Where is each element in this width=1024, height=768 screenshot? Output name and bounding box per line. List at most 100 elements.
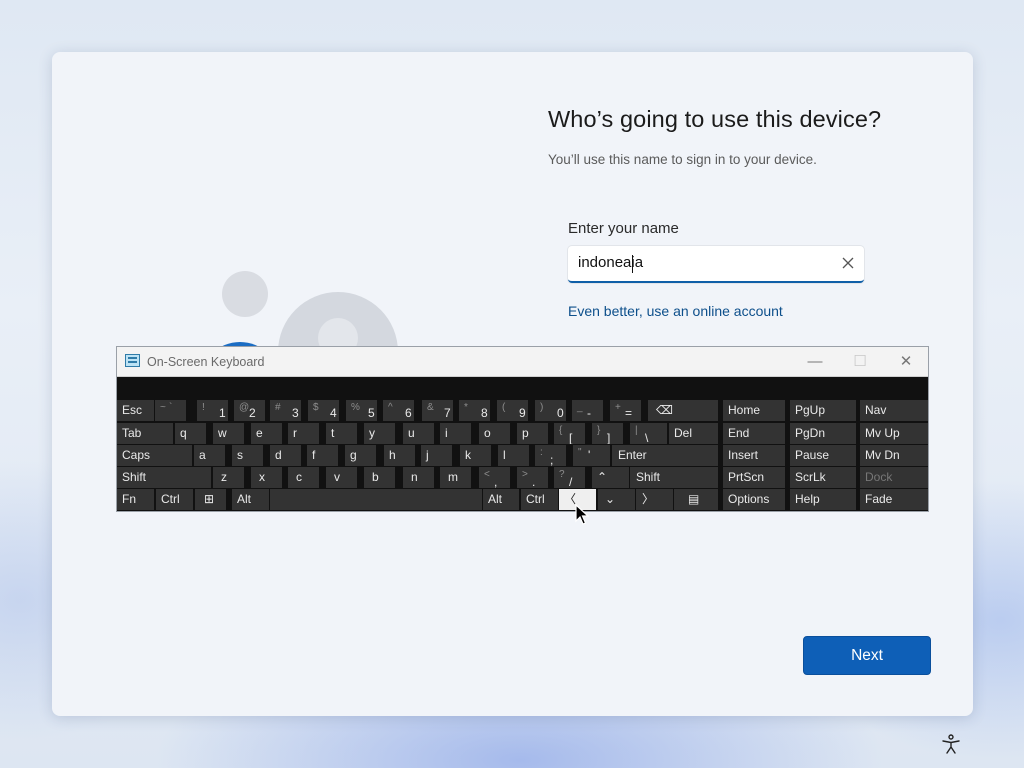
key-c[interactable]: c bbox=[288, 467, 319, 488]
key-w[interactable]: w bbox=[213, 423, 244, 444]
key-label: = bbox=[625, 406, 633, 420]
minimize-button[interactable]: — bbox=[799, 351, 831, 373]
key-g[interactable]: g bbox=[345, 445, 376, 466]
key-tab[interactable]: Tab bbox=[117, 423, 173, 444]
key-home[interactable]: Home bbox=[723, 400, 785, 421]
key-mvdn[interactable]: Mv Dn bbox=[860, 445, 928, 466]
key-semicolon[interactable]: :; bbox=[535, 445, 566, 466]
key-prtscn[interactable]: PrtScn bbox=[723, 467, 785, 488]
key-4[interactable]: $4 bbox=[308, 400, 339, 421]
key-o[interactable]: o bbox=[479, 423, 510, 444]
key-d[interactable]: d bbox=[270, 445, 301, 466]
key-t[interactable]: t bbox=[326, 423, 357, 444]
key-pgdn[interactable]: PgDn bbox=[790, 423, 856, 444]
key-h[interactable]: h bbox=[384, 445, 415, 466]
key-shift-label: ( bbox=[502, 402, 506, 413]
backspace-icon: ⌫ bbox=[656, 403, 673, 417]
right-arrow-key[interactable]: 〉 bbox=[636, 489, 673, 510]
key-enter[interactable]: Enter bbox=[612, 445, 718, 466]
key-pgup[interactable]: PgUp bbox=[790, 400, 856, 421]
key-equals[interactable]: + = bbox=[610, 400, 641, 421]
key-pause[interactable]: Pause bbox=[790, 445, 856, 466]
key-1[interactable]: ! 1 bbox=[197, 400, 228, 421]
key-b[interactable]: b bbox=[364, 467, 395, 488]
clear-icon[interactable] bbox=[840, 255, 856, 271]
online-account-link[interactable]: Even better, use an online account bbox=[568, 303, 783, 319]
windows-key[interactable]: ⊞ bbox=[195, 489, 226, 510]
space-key[interactable] bbox=[270, 489, 482, 510]
key-q[interactable]: q bbox=[175, 423, 206, 444]
close-button[interactable]: ✕ bbox=[890, 351, 922, 373]
key-mvup[interactable]: Mv Up bbox=[860, 423, 928, 444]
chevron-up-icon: ⌃ bbox=[597, 470, 608, 484]
key-backslash[interactable]: | \ bbox=[630, 423, 667, 444]
key-e[interactable]: e bbox=[251, 423, 282, 444]
key-2[interactable]: @2 bbox=[234, 400, 265, 421]
key-m[interactable]: m bbox=[440, 467, 471, 488]
key-k[interactable]: k bbox=[460, 445, 491, 466]
key-esc[interactable]: Esc bbox=[117, 400, 154, 421]
key-shift-label: ! bbox=[202, 402, 205, 413]
down-arrow-key[interactable]: ⌄ bbox=[598, 489, 635, 510]
key-0[interactable]: ) 0 bbox=[535, 400, 566, 421]
key-scrlk[interactable]: ScrLk bbox=[790, 467, 856, 488]
key-shift-right[interactable]: Shift bbox=[630, 467, 718, 488]
maximize-button[interactable]: ☐ bbox=[844, 351, 876, 373]
key-y[interactable]: y bbox=[364, 423, 395, 444]
key-7[interactable]: & 7 bbox=[422, 400, 453, 421]
key-left-bracket[interactable]: {[ bbox=[554, 423, 585, 444]
name-field[interactable] bbox=[568, 246, 864, 283]
key-f[interactable]: f bbox=[307, 445, 338, 466]
key-minus[interactable]: _ - bbox=[572, 400, 603, 421]
backspace-key[interactable]: ⌫ bbox=[648, 400, 718, 421]
key-label: 9 bbox=[519, 406, 526, 420]
key-ctrl-left[interactable]: Ctrl bbox=[156, 489, 193, 510]
up-arrow-key[interactable]: ⌃ bbox=[592, 467, 629, 488]
name-input[interactable] bbox=[578, 254, 828, 271]
page-title: Who’s going to use this device? bbox=[548, 106, 882, 132]
key-end[interactable]: End bbox=[723, 423, 785, 444]
key-l[interactable]: l bbox=[498, 445, 529, 466]
key-insert[interactable]: Insert bbox=[723, 445, 785, 466]
next-button[interactable]: Next bbox=[803, 636, 931, 675]
key-9[interactable]: (9 bbox=[497, 400, 528, 421]
key-shift-left[interactable]: Shift bbox=[117, 467, 211, 488]
key-v[interactable]: v bbox=[326, 467, 357, 488]
key-8[interactable]: * 8 bbox=[459, 400, 490, 421]
key-help[interactable]: Help bbox=[790, 489, 856, 510]
key-alt-right[interactable]: Alt bbox=[483, 489, 519, 510]
key-z[interactable]: z bbox=[213, 467, 244, 488]
key-quote[interactable]: " ' bbox=[573, 445, 610, 466]
key-n[interactable]: n bbox=[403, 467, 434, 488]
menu-key[interactable]: ▤ bbox=[674, 489, 718, 510]
key-r[interactable]: r bbox=[288, 423, 319, 444]
key-i[interactable]: i bbox=[440, 423, 471, 444]
key-tilde[interactable]: ~ ` bbox=[155, 400, 186, 421]
key-del[interactable]: Del bbox=[669, 423, 718, 444]
key-j[interactable]: j bbox=[421, 445, 452, 466]
key-options[interactable]: Options bbox=[723, 489, 785, 510]
key-fade[interactable]: Fade bbox=[860, 489, 928, 510]
key-p[interactable]: p bbox=[517, 423, 548, 444]
key-5[interactable]: % 5 bbox=[346, 400, 377, 421]
accessibility-icon[interactable] bbox=[940, 733, 962, 755]
key-alt-left[interactable]: Alt bbox=[232, 489, 269, 510]
key-u[interactable]: u bbox=[403, 423, 434, 444]
key-fn[interactable]: Fn bbox=[117, 489, 154, 510]
key-x[interactable]: x bbox=[251, 467, 282, 488]
key-period[interactable]: >. bbox=[517, 467, 548, 488]
key-s[interactable]: s bbox=[232, 445, 263, 466]
key-dock[interactable]: Dock bbox=[860, 467, 928, 488]
key-caps[interactable]: Caps bbox=[117, 445, 192, 466]
key-ctrl-right[interactable]: Ctrl bbox=[521, 489, 558, 510]
key-label: / bbox=[569, 475, 573, 488]
key-6[interactable]: ^ 6 bbox=[383, 400, 414, 421]
key-a[interactable]: a bbox=[194, 445, 225, 466]
key-right-bracket[interactable]: }] bbox=[592, 423, 623, 444]
key-nav[interactable]: Nav bbox=[860, 400, 928, 421]
key-shift-label: | bbox=[635, 425, 638, 436]
key-slash[interactable]: ? / bbox=[554, 467, 585, 488]
osk-titlebar[interactable]: On-Screen Keyboard — ☐ ✕ bbox=[117, 347, 928, 377]
key-3[interactable]: #3 bbox=[270, 400, 301, 421]
key-comma[interactable]: <, bbox=[479, 467, 510, 488]
